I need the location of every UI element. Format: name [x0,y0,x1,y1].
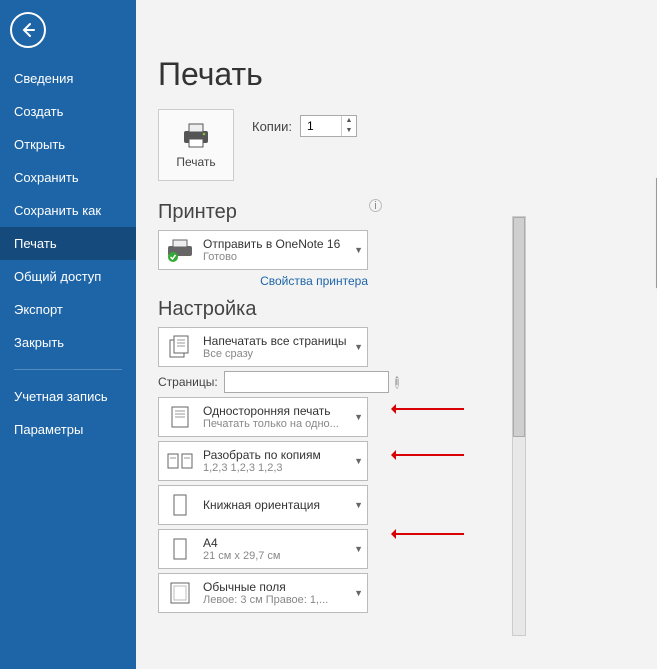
printer-section-title: Принтер [158,201,368,224]
orientation-dropdown[interactable]: Книжная ориентация ▼ [158,485,368,525]
sidebar-item-account[interactable]: Учетная запись [0,380,136,413]
sidebar-item-label: Общий доступ [14,269,101,284]
dropdown-title: Напечатать все страницы [203,334,347,348]
copies-row: Копии: ▲ ▼ [252,115,357,137]
print-range-dropdown[interactable]: Напечатать все страницы Все сразу ▼ [158,327,368,367]
print-button-label: Печать [176,155,215,169]
chevron-down-icon: ▼ [354,456,363,466]
dropdown-subtitle: Все сразу [203,348,347,360]
dropdown-title: Обычные поля [203,580,328,594]
sidebar-item-label: Создать [14,104,63,119]
paper-icon [165,534,195,564]
sidebar-item-info[interactable]: Сведения [0,62,136,95]
printer-dropdown[interactable]: Отправить в OneNote 16 Готово ▼ [158,230,368,270]
arrow-left-icon [19,21,37,39]
annotation-arrow [394,454,464,456]
copies-label: Копии: [252,119,292,134]
back-button[interactable] [10,12,46,48]
collate-icon [165,446,195,476]
chevron-down-icon: ▼ [354,412,363,422]
sidebar-item-options[interactable]: Параметры [0,413,136,446]
printer-ready-icon [165,235,195,265]
chevron-down-icon: ▼ [354,245,363,255]
sidebar-item-new[interactable]: Создать [0,95,136,128]
scrollbar-thumb[interactable] [513,217,525,437]
margins-icon [165,578,195,608]
annotation-arrow [394,408,464,410]
dropdown-subtitle: 1,2,3 1,2,3 1,2,3 [203,462,321,474]
margins-dropdown[interactable]: Обычные поля Левое: 3 см Правое: 1,... ▼ [158,573,368,613]
copies-spinner[interactable]: ▲ ▼ [300,115,357,137]
dropdown-title: Односторонняя печать [203,404,339,418]
sidebar-item-export[interactable]: Экспорт [0,293,136,326]
dropdown-subtitle: 21 см x 29,7 см [203,550,281,562]
pages-stack-icon [165,332,195,362]
chevron-down-icon: ▼ [354,342,363,352]
collate-dropdown[interactable]: Разобрать по копиям 1,2,3 1,2,3 1,2,3 ▼ [158,441,368,481]
sidebar-item-label: Сохранить как [14,203,101,218]
settings-scrollbar[interactable] [512,216,526,636]
sidebar-divider [14,369,122,370]
printer-status: Готово [203,251,340,263]
info-icon[interactable]: i [395,376,399,389]
sidebar-item-close[interactable]: Закрыть [0,326,136,359]
dropdown-title: Книжная ориентация [203,498,320,512]
paper-size-dropdown[interactable]: A4 21 см x 29,7 см ▼ [158,529,368,569]
dropdown-subtitle: Левое: 3 см Правое: 1,... [203,594,328,606]
pages-label: Страницы: [158,375,218,389]
pages-field-row: Страницы: i [158,371,368,393]
printer-properties-link[interactable]: Свойства принтера [158,274,368,288]
single-side-icon [165,402,195,432]
spinner-down-icon[interactable]: ▼ [342,126,356,136]
printer-name: Отправить в OneNote 16 [203,237,340,251]
sidebar-item-label: Печать [14,236,57,251]
page-title: Печать [158,56,657,93]
settings-column: i Принтер Отправить в OneNote 16 Готово … [158,201,368,613]
sidebar-item-label: Экспорт [14,302,63,317]
print-row: Печать Копии: ▲ ▼ [158,109,657,181]
sidebar-item-label: Закрыть [14,335,64,350]
dropdown-subtitle: Печатать только на одно... [203,418,339,430]
sidebar-item-label: Параметры [14,422,83,437]
portrait-icon [165,490,195,520]
sidebar-item-share[interactable]: Общий доступ [0,260,136,293]
sidebar-item-label: Учетная запись [14,389,108,404]
pages-input[interactable] [224,371,389,393]
chevron-down-icon: ▼ [354,544,363,554]
copies-input[interactable] [301,116,341,136]
sidebar-item-label: Открыть [14,137,65,152]
sidebar-item-label: Сведения [14,71,73,86]
spinner-up-icon[interactable]: ▲ [342,116,356,126]
print-panel: Печать Печать Копии: ▲ ▼ i Принтер [136,0,657,669]
printer-icon [180,121,212,149]
chevron-down-icon: ▼ [354,588,363,598]
settings-section-title: Настройка [158,298,368,321]
chevron-down-icon: ▼ [354,500,363,510]
sidebar-item-print[interactable]: Печать [0,227,136,260]
sidebar-item-saveas[interactable]: Сохранить как [0,194,136,227]
dropdown-title: Разобрать по копиям [203,448,321,462]
sidebar-item-save[interactable]: Сохранить [0,161,136,194]
backstage-sidebar: Сведения Создать Открыть Сохранить Сохра… [0,0,136,669]
sidebar-item-open[interactable]: Открыть [0,128,136,161]
sides-dropdown[interactable]: Односторонняя печать Печатать только на … [158,397,368,437]
annotation-arrow [394,533,464,535]
info-icon[interactable]: i [369,199,382,212]
print-button[interactable]: Печать [158,109,234,181]
dropdown-title: A4 [203,536,281,550]
sidebar-item-label: Сохранить [14,170,79,185]
